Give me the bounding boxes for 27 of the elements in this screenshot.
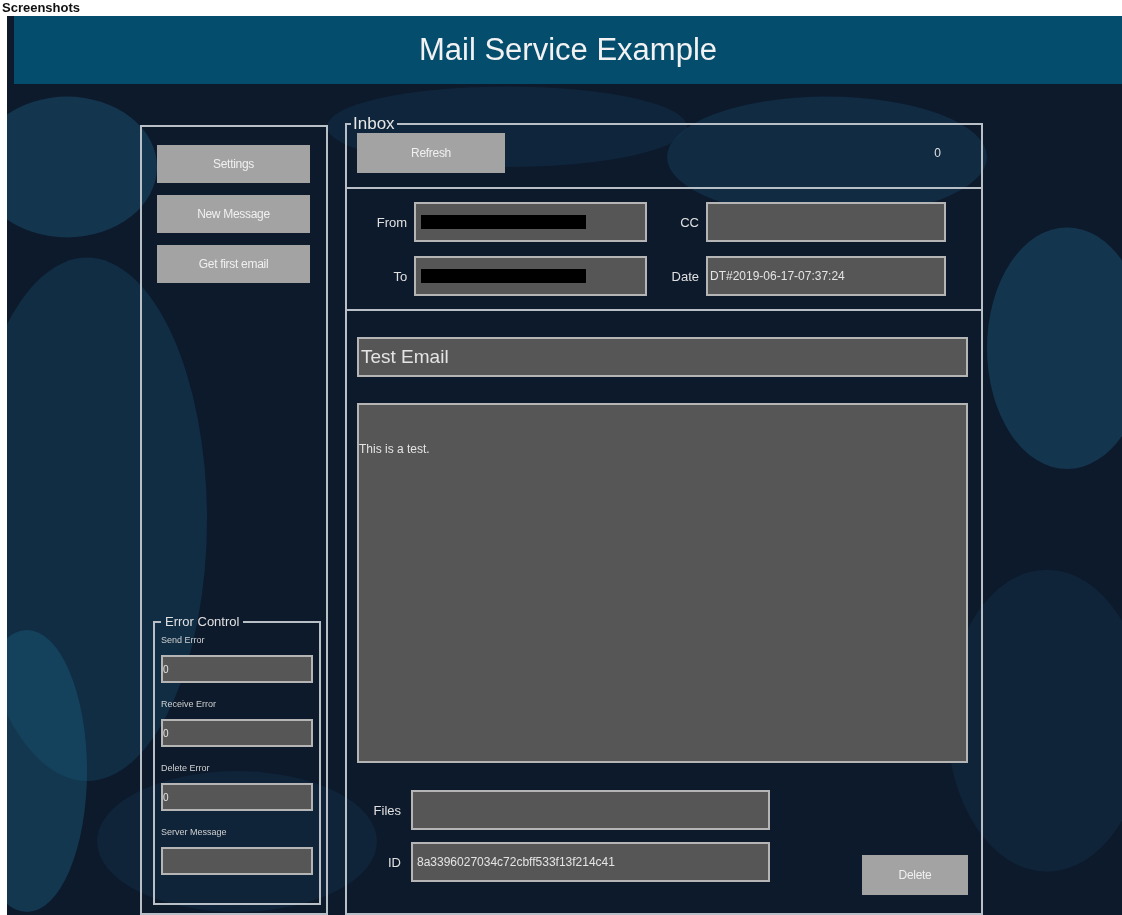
files-field[interactable] bbox=[411, 790, 770, 830]
field-label: Receive Error bbox=[161, 699, 217, 709]
error-field[interactable]: 0 bbox=[161, 783, 313, 811]
error-field[interactable] bbox=[161, 847, 313, 875]
field-label: From bbox=[375, 214, 408, 230]
error-field[interactable]: 0 bbox=[161, 655, 313, 683]
field-label: CC bbox=[679, 214, 699, 230]
page-heading: Screenshots bbox=[2, 1, 81, 15]
field-label: Delete Error bbox=[161, 763, 211, 773]
error-field[interactable]: 0 bbox=[161, 719, 313, 747]
header-field[interactable]: DT#2019-06-17-07:37:24 bbox=[706, 256, 946, 296]
id-field[interactable]: 8a3396027034c72cbff533f13f214c41 bbox=[411, 842, 770, 882]
message-count: 0 bbox=[934, 146, 941, 160]
subject-field[interactable]: Test Email bbox=[357, 337, 968, 377]
field-label: Files bbox=[372, 802, 401, 818]
message-body[interactable]: This is a test. bbox=[357, 403, 968, 763]
field-label: ID bbox=[387, 854, 401, 870]
header-field[interactable] bbox=[414, 256, 647, 296]
field-label: Date bbox=[670, 268, 699, 284]
app-title: Mail Service Example bbox=[418, 32, 717, 68]
field-label: Send Error bbox=[161, 635, 206, 645]
field-label: To bbox=[392, 268, 408, 284]
group-title: Error Control bbox=[164, 614, 241, 629]
header-field[interactable] bbox=[414, 202, 647, 242]
header-field[interactable] bbox=[706, 202, 946, 242]
field-label: Server Message bbox=[161, 827, 228, 837]
group-title: Inbox bbox=[352, 116, 396, 132]
